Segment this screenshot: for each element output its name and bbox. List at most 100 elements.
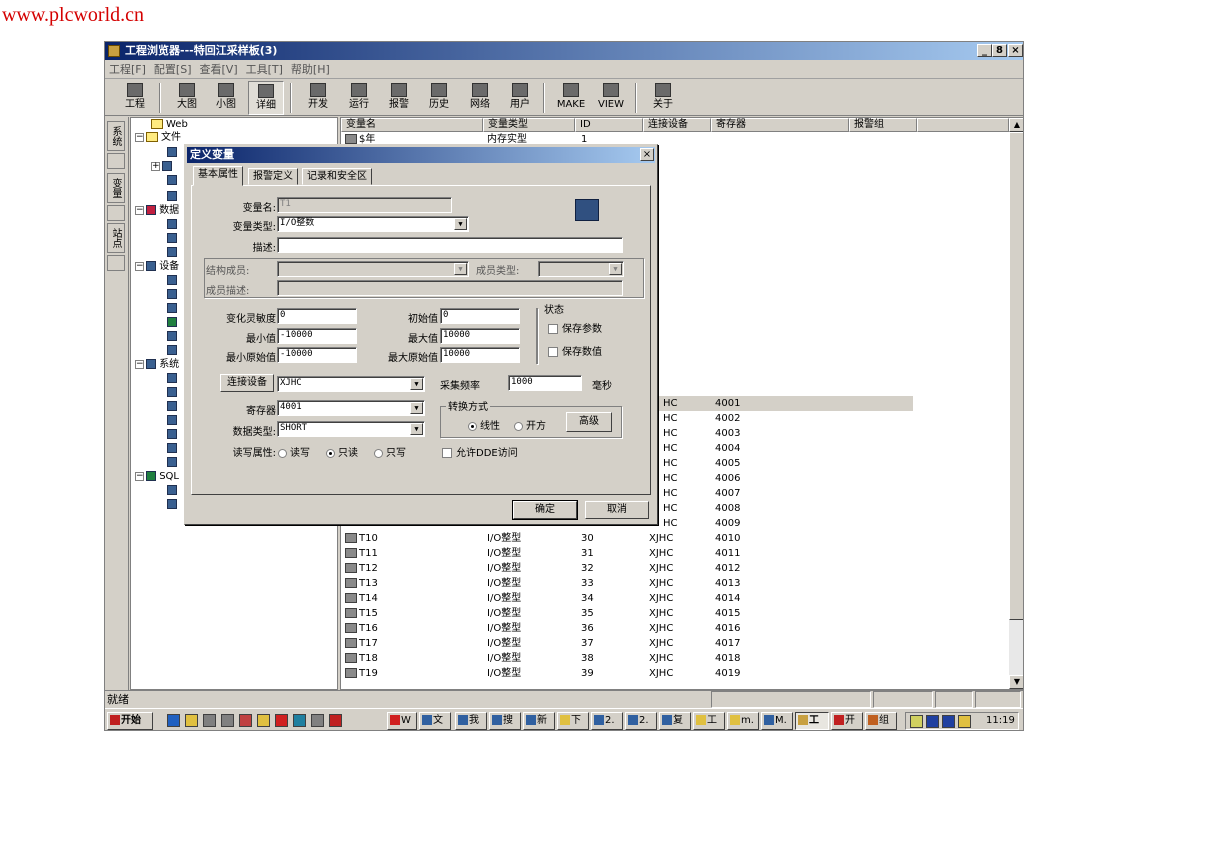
read-write-radio[interactable]: 读写 <box>278 444 310 459</box>
edit-icon[interactable] <box>221 714 234 727</box>
tree-item-sql[interactable]: − SQL <box>135 470 179 484</box>
tree-item-web[interactable]: Web <box>151 118 188 132</box>
side-tab-icon[interactable] <box>107 205 125 221</box>
tree-leaf[interactable] <box>167 330 177 344</box>
tree-leaf[interactable] <box>167 372 177 386</box>
menu-view[interactable]: 查看[V] <box>196 61 242 79</box>
register-select[interactable]: 4001 ▼ <box>277 400 425 416</box>
tree-leaf[interactable] <box>167 246 177 260</box>
tree-leaf[interactable] <box>167 232 177 246</box>
app-icon[interactable] <box>239 714 252 727</box>
taskbar-task[interactable]: 2. <box>625 712 657 730</box>
taskbar-task[interactable]: 新 <box>523 712 555 730</box>
linear-radio[interactable]: 线性 <box>468 417 500 432</box>
menu-project[interactable]: 工程[F] <box>105 61 150 79</box>
cancel-button[interactable]: 取消 <box>585 501 649 519</box>
toolbar-view-button[interactable]: VIEW <box>593 81 629 115</box>
sensitivity-field[interactable]: 0 <box>277 308 357 324</box>
menu-help[interactable]: 帮助[H] <box>287 61 334 79</box>
speaker-icon[interactable] <box>910 715 923 728</box>
tree-item-system[interactable]: − 系统 <box>135 358 179 372</box>
tray-app-icon[interactable] <box>926 715 939 728</box>
taskbar-task[interactable]: M. <box>761 712 793 730</box>
taskbar-task[interactable]: 工 <box>693 712 725 730</box>
min-value-field[interactable]: -10000 <box>277 328 357 344</box>
chevron-down-icon[interactable]: ▼ <box>410 378 423 390</box>
tree-leaf[interactable] <box>167 218 177 232</box>
tree-leaf[interactable] <box>167 386 177 400</box>
scroll-down-icon[interactable]: ▼ <box>1009 675 1023 689</box>
save-params-checkbox[interactable]: 保存参数 <box>548 320 602 335</box>
table-row[interactable]: T15 I/O整型 35 XJHC 4015 <box>341 606 1023 621</box>
tree-item-data[interactable]: − 数据 <box>135 204 179 218</box>
app-icon[interactable] <box>329 714 342 727</box>
var-type-select[interactable]: I/O整数 ▼ <box>277 216 469 232</box>
toolbar-make-button[interactable]: MAKE <box>553 81 589 115</box>
chevron-down-icon[interactable]: ▼ <box>454 218 467 230</box>
tree-leaf[interactable] <box>167 344 177 358</box>
close-button[interactable]: × <box>1008 44 1023 57</box>
taskbar-task[interactable]: 开 <box>831 712 863 730</box>
tree-leaf[interactable] <box>167 190 177 204</box>
scroll-up-icon[interactable]: ▲ <box>1009 118 1023 132</box>
menu-tools[interactable]: 工具[T] <box>242 61 287 79</box>
start-button[interactable]: 开始 <box>107 712 153 730</box>
vertical-scrollbar[interactable]: ▲ ▼ <box>1009 118 1023 689</box>
menu-config[interactable]: 配置[S] <box>150 61 196 79</box>
toolbar-about-button[interactable]: 关于 <box>645 81 681 115</box>
tree-leaf[interactable] <box>167 316 177 330</box>
toolbar-large-icons-button[interactable]: 大图 <box>169 81 205 115</box>
taskbar-task[interactable]: 复 <box>659 712 691 730</box>
column-header-device[interactable]: 连接设备 <box>643 118 711 132</box>
folder-icon[interactable] <box>185 714 198 727</box>
toolbar-small-icons-button[interactable]: 小图 <box>208 81 244 115</box>
tree-item-file[interactable]: − 文件 <box>135 131 181 145</box>
table-row[interactable]: T17 I/O整型 37 XJHC 4017 <box>341 636 1023 651</box>
sqrt-radio[interactable]: 开方 <box>514 417 546 432</box>
tree-leaf[interactable] <box>167 456 177 470</box>
tree-leaf[interactable] <box>167 498 177 512</box>
side-tab-icon[interactable] <box>107 255 125 271</box>
taskbar-task[interactable]: W <box>387 712 417 730</box>
description-field[interactable] <box>277 237 623 253</box>
collapse-icon[interactable]: − <box>135 471 144 481</box>
table-row[interactable]: T13 I/O整型 33 XJHC 4013 <box>341 576 1023 591</box>
side-tab-icon[interactable] <box>107 153 125 169</box>
taskbar-task[interactable]: 2. <box>591 712 623 730</box>
toolbar-develop-button[interactable]: 开发 <box>300 81 336 115</box>
max-value-field[interactable]: 10000 <box>440 328 520 344</box>
tree-leaf[interactable]: + <box>151 160 172 174</box>
minimize-button[interactable]: _ <box>977 44 992 57</box>
save-values-checkbox[interactable]: 保存数值 <box>548 343 602 358</box>
toolbar-details-button[interactable]: 详细 <box>248 81 284 115</box>
device-select[interactable]: XJHC ▼ <box>277 376 425 392</box>
tree-leaf[interactable] <box>167 174 177 188</box>
taskbar-task[interactable]: 下 <box>557 712 589 730</box>
connect-device-button[interactable]: 连接设备 <box>220 374 274 392</box>
mail-icon[interactable] <box>293 714 306 727</box>
toolbar-run-button[interactable]: 运行 <box>341 81 377 115</box>
toolbar-network-button[interactable]: 网络 <box>462 81 498 115</box>
data-type-select[interactable]: SHORT ▼ <box>277 421 425 437</box>
tab-basic-properties[interactable]: 基本属性 <box>193 166 243 186</box>
book-icon[interactable] <box>311 714 324 727</box>
collapse-icon[interactable]: − <box>135 261 144 271</box>
ie-icon[interactable] <box>167 714 180 727</box>
scroll-thumb[interactable] <box>1009 132 1023 620</box>
taskbar-task[interactable]: 我 <box>455 712 487 730</box>
column-header-id[interactable]: ID <box>575 118 643 132</box>
tree-leaf[interactable] <box>167 146 177 160</box>
advanced-button[interactable]: 高级 <box>566 412 612 432</box>
read-only-radio[interactable]: 只读 <box>326 444 358 459</box>
var-name-field[interactable]: T1 <box>277 197 452 213</box>
tree-leaf[interactable] <box>167 484 177 498</box>
initial-value-field[interactable]: 0 <box>440 308 520 324</box>
table-row[interactable]: T12 I/O整型 32 XJHC 4012 <box>341 561 1023 576</box>
folder-icon[interactable] <box>257 714 270 727</box>
table-row[interactable]: T18 I/O整型 38 XJHC 4018 <box>341 651 1023 666</box>
column-header-name[interactable]: 变量名 <box>341 118 483 132</box>
wps-icon[interactable] <box>275 714 288 727</box>
chevron-down-icon[interactable]: ▼ <box>410 423 423 435</box>
table-row[interactable]: T10 I/O整型 30 XJHC 4010 <box>341 531 1023 546</box>
expand-icon[interactable]: + <box>151 161 160 171</box>
